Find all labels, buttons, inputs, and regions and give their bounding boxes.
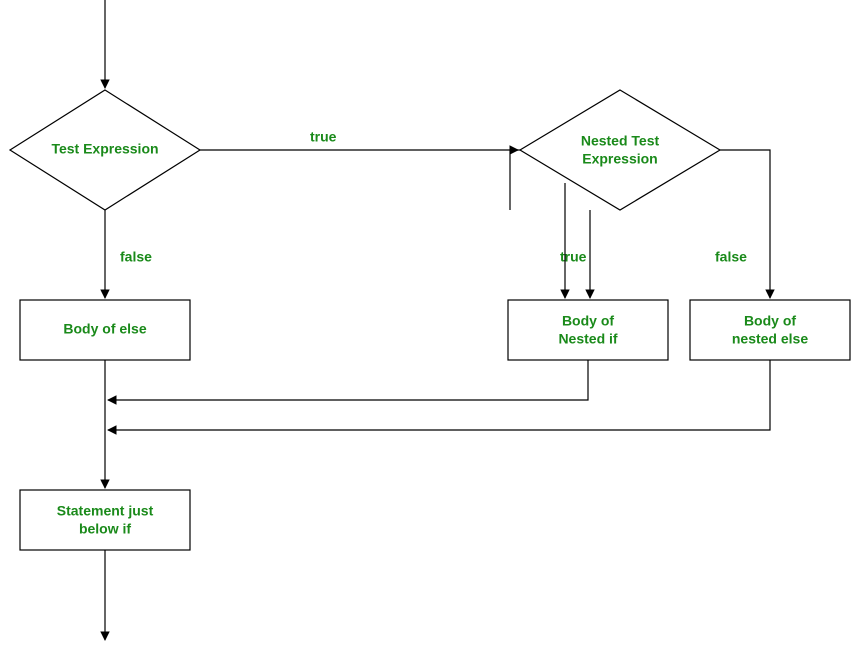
label-body-nested-else-l1: Body of: [744, 313, 796, 329]
label-statement-below-if-l1: Statement just: [57, 503, 154, 519]
edge-nested-if-merge: [108, 360, 588, 400]
label-body-else: Body of else: [63, 321, 146, 337]
edge-nested-else-merge: [108, 360, 770, 430]
label-test-expression: Test Expression: [51, 141, 158, 157]
edge-label-nested-false: false: [715, 249, 747, 265]
label-nested-test-expression-l1: Nested Test: [581, 133, 660, 149]
edge-nested-true-corner: [510, 150, 520, 210]
label-statement-below-if-l2: below if: [79, 521, 131, 537]
edge-label-test-true: true: [310, 129, 337, 145]
label-body-nested-if-l1: Body of: [562, 313, 614, 329]
label-body-nested-if-l2: Nested if: [558, 331, 617, 347]
label-body-nested-else-l2: nested else: [732, 331, 808, 347]
edge-label-nested-true: true: [560, 249, 587, 265]
label-nested-test-expression-l2: Expression: [582, 151, 657, 167]
edge-label-test-false: false: [120, 249, 152, 265]
edge-nested-false: [720, 150, 770, 298]
